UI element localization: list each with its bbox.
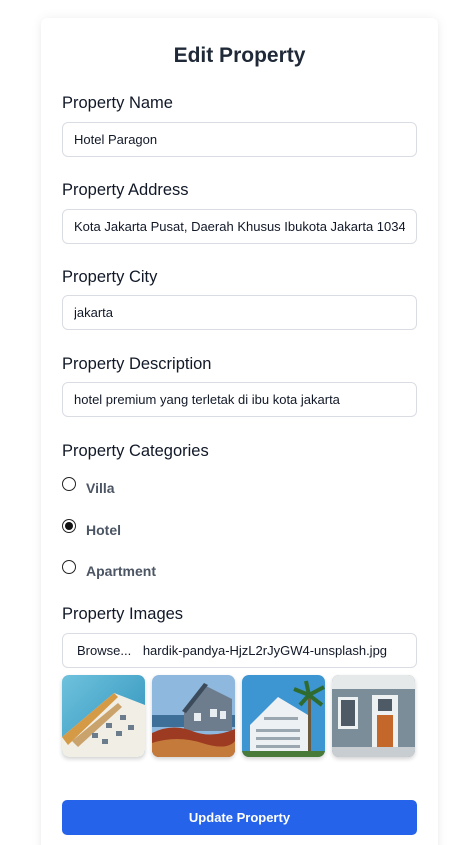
update-property-button[interactable]: Update Property bbox=[62, 800, 417, 835]
hotel-label: Hotel bbox=[86, 522, 121, 538]
property-categories-label: Property Categories bbox=[62, 442, 209, 460]
property-description-input[interactable] bbox=[62, 382, 417, 417]
property-address-input[interactable] bbox=[62, 209, 417, 244]
thumbnail-house-photo[interactable] bbox=[152, 675, 235, 757]
property-city-label: Property City bbox=[62, 268, 158, 286]
apartment-label: Apartment bbox=[86, 563, 157, 579]
thumbnail-apartment-photo[interactable] bbox=[242, 675, 325, 757]
property-city-input[interactable] bbox=[62, 295, 417, 330]
property-name-input[interactable] bbox=[62, 122, 417, 157]
thumbnail-building-photo[interactable] bbox=[62, 675, 145, 757]
category-option-apartment[interactable]: Apartment bbox=[62, 557, 157, 579]
file-input[interactable]: Browse... hardik-pandya-HjzL2rJyGW4-unsp… bbox=[62, 633, 417, 668]
thumbnail-facade-photo[interactable] bbox=[332, 675, 415, 757]
category-option-hotel[interactable]: Hotel bbox=[62, 516, 121, 538]
edit-property-card: Edit Property Property Name Property Add… bbox=[41, 18, 438, 845]
property-name-label: Property Name bbox=[62, 94, 173, 112]
villa-radio[interactable] bbox=[62, 477, 76, 491]
image-thumbnails bbox=[62, 675, 417, 757]
property-address-label: Property Address bbox=[62, 181, 189, 199]
property-description-label: Property Description bbox=[62, 355, 212, 373]
file-name: hardik-pandya-HjzL2rJyGW4-unsplash.jpg bbox=[142, 643, 388, 658]
apartment-radio[interactable] bbox=[62, 560, 76, 574]
page-title: Edit Property bbox=[173, 44, 306, 67]
category-option-villa[interactable]: Villa bbox=[62, 474, 115, 496]
hotel-radio[interactable] bbox=[62, 519, 76, 533]
browse-button[interactable]: Browse... bbox=[77, 643, 131, 658]
property-images-label: Property Images bbox=[62, 605, 184, 623]
villa-label: Villa bbox=[86, 480, 115, 496]
